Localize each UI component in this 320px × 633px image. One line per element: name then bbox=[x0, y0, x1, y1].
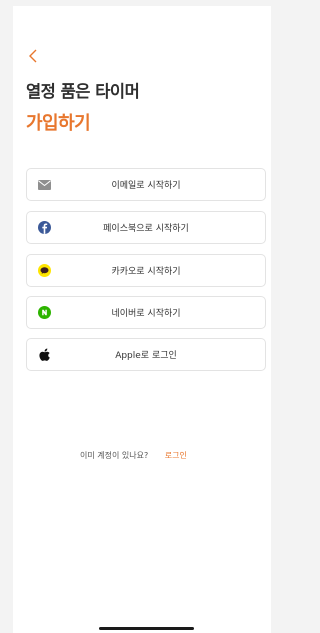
login-link[interactable]: 로그인 bbox=[165, 451, 187, 460]
page-title: 가입하기 bbox=[26, 113, 91, 134]
home-indicator bbox=[99, 627, 194, 630]
existing-account-text: 이미 계정이 있나요? bbox=[80, 451, 149, 460]
naver-signup-label: 네이버로 시작하기 bbox=[111, 309, 181, 319]
email-signup-button[interactable]: 이메일로 시작하기 bbox=[26, 168, 266, 201]
kakao-signup-label: 카카오로 시작하기 bbox=[111, 267, 181, 277]
naver-signup-button[interactable]: 네이버로 시작하기 bbox=[26, 296, 266, 329]
kakao-signup-button[interactable]: 카카오로 시작하기 bbox=[26, 254, 266, 287]
apple-signup-label: Apple로 로그인 bbox=[115, 351, 177, 361]
back-button[interactable] bbox=[26, 47, 42, 65]
facebook-signup-label: 페이스북으로 시작하기 bbox=[103, 224, 189, 234]
app-title: 열정 품은 타이머 bbox=[26, 82, 140, 101]
apple-signup-button[interactable]: Apple로 로그인 bbox=[26, 338, 266, 371]
facebook-signup-button[interactable]: 페이스북으로 시작하기 bbox=[26, 211, 266, 244]
email-signup-label: 이메일로 시작하기 bbox=[111, 181, 181, 191]
chevron-left-icon bbox=[29, 49, 37, 63]
login-prompt: 이미 계정이 있나요? 로그인 bbox=[80, 450, 187, 461]
